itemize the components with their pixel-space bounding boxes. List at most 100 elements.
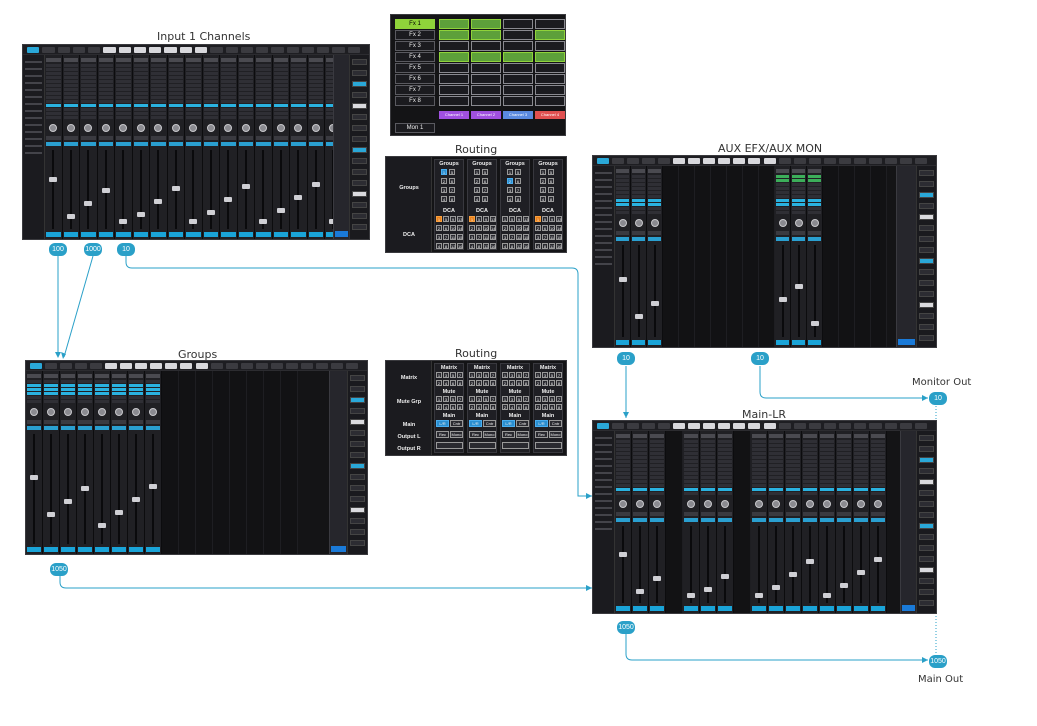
toolbar-button[interactable] (718, 423, 731, 429)
mute-assign-cell[interactable]: 3 (443, 396, 449, 402)
matrix-assign-cell[interactable]: 2 (535, 380, 541, 386)
mute-button[interactable] (792, 231, 805, 235)
select-button[interactable] (701, 606, 715, 611)
channel-strip[interactable] (870, 431, 887, 613)
lr-assign-button[interactable]: L/R (436, 420, 449, 427)
toolbar-button[interactable] (300, 363, 313, 369)
pan-knob[interactable] (294, 124, 303, 132)
fx-send-cell[interactable] (535, 30, 565, 40)
fx-button[interactable]: Fx 1 (395, 19, 435, 29)
mute-button[interactable] (256, 136, 271, 140)
mute-button[interactable] (837, 512, 851, 516)
master-strip[interactable] (896, 166, 916, 347)
center-assign-button[interactable]: Cntr (450, 420, 463, 427)
dca-assign-cell[interactable]: 16 (556, 243, 562, 249)
fader-cap[interactable] (755, 593, 763, 598)
toolbar-button[interactable] (42, 47, 55, 53)
pan-knob[interactable] (806, 500, 814, 508)
side-button[interactable] (352, 147, 367, 153)
toolbar-button[interactable] (884, 158, 897, 164)
dca-assign-cell[interactable]: 5 (443, 216, 449, 222)
dca-assign-cell[interactable]: 13 (523, 216, 529, 222)
mute-assign-cell[interactable]: 6 (549, 404, 555, 410)
toolbar-button[interactable] (808, 423, 822, 429)
toolbar-button[interactable] (627, 423, 640, 429)
toolbar-button[interactable] (57, 47, 70, 53)
toolbar-button[interactable] (793, 158, 806, 164)
fx-send-cell[interactable] (503, 19, 533, 29)
side-button[interactable] (350, 540, 365, 546)
side-button[interactable] (919, 236, 934, 242)
group-assign-cell[interactable]: 2 (540, 178, 546, 184)
pan-knob[interactable] (98, 408, 106, 416)
channel-strip[interactable] (97, 55, 115, 239)
solo-button[interactable] (769, 518, 783, 522)
toolbar-button[interactable] (597, 423, 610, 429)
select-button[interactable] (648, 340, 661, 345)
group-assign-cell[interactable]: 1 (540, 169, 546, 175)
pan-knob[interactable] (857, 500, 865, 508)
matrix-assign-cell[interactable]: 7 (457, 372, 463, 378)
matrix-assign-cell[interactable]: 6 (516, 380, 522, 386)
group-assign-cell[interactable]: 8 (449, 196, 455, 202)
pan-knob[interactable] (634, 219, 643, 227)
side-button[interactable] (350, 485, 365, 491)
solo-button[interactable] (81, 142, 96, 146)
pan-knob[interactable] (136, 124, 145, 132)
toolbar-button[interactable] (687, 158, 700, 164)
fader-cap[interactable] (30, 474, 38, 480)
fx-send-cell[interactable] (439, 19, 469, 29)
side-button[interactable] (352, 103, 367, 109)
channel-strip[interactable] (785, 431, 802, 613)
side-button[interactable] (350, 463, 365, 469)
channel-strip[interactable] (145, 371, 162, 554)
matrix-assign-cell[interactable]: 8 (556, 380, 562, 386)
solo-button[interactable] (129, 426, 143, 430)
dca-assign-cell[interactable]: 3 (502, 234, 508, 240)
badge-main-1050[interactable]: 1050 (617, 621, 635, 634)
toolbar-button[interactable] (657, 158, 670, 164)
fader-cap[interactable] (241, 183, 250, 189)
mute-button[interactable] (650, 512, 664, 516)
dca-assign-cell[interactable]: 4 (469, 243, 475, 249)
select-button[interactable] (203, 232, 218, 237)
matrix-assign-cell[interactable]: 8 (523, 380, 529, 386)
dca-assign-cell[interactable]: 12 (516, 243, 522, 249)
solo-button[interactable] (808, 237, 821, 241)
side-button[interactable] (352, 136, 367, 142)
channel-strip[interactable] (167, 55, 185, 239)
group-assign-cell[interactable]: 3 (540, 187, 546, 193)
group-assign-cell[interactable]: 3 (441, 187, 447, 193)
pan-knob[interactable] (772, 500, 780, 508)
side-button[interactable] (919, 600, 934, 606)
matrix-assign-cell[interactable]: 7 (556, 372, 562, 378)
fader-cap[interactable] (154, 198, 163, 204)
toolbar-button[interactable] (210, 47, 223, 53)
pan-knob[interactable] (259, 124, 268, 132)
toolbar-button[interactable] (240, 47, 254, 53)
toolbar-button[interactable] (88, 47, 101, 53)
solo-button[interactable] (837, 518, 851, 522)
toolbar-button[interactable] (702, 423, 716, 429)
master-strip[interactable] (900, 431, 916, 613)
channel-strip[interactable] (80, 55, 98, 239)
select-button[interactable] (133, 232, 148, 237)
solo-button[interactable] (632, 237, 645, 241)
solo-button[interactable] (61, 426, 75, 430)
pan-knob[interactable] (810, 219, 819, 227)
side-button[interactable] (919, 291, 934, 297)
fx-send-cell[interactable] (439, 74, 469, 84)
channel-strip[interactable] (853, 431, 870, 613)
side-button[interactable] (350, 474, 365, 480)
mute-button[interactable] (633, 512, 647, 516)
master-select[interactable] (902, 605, 915, 611)
matrix-assign-cell[interactable]: 1 (502, 372, 508, 378)
channel-strip[interactable] (807, 166, 823, 347)
channel-strip[interactable] (717, 431, 734, 613)
toolbar-button[interactable] (271, 47, 284, 53)
badge-input-10[interactable]: 10 (117, 243, 135, 256)
rec-button[interactable]: Rec (436, 431, 449, 438)
toolbar-button[interactable] (914, 158, 927, 164)
toolbar-button[interactable] (778, 158, 791, 164)
channel-strip[interactable] (768, 431, 785, 613)
